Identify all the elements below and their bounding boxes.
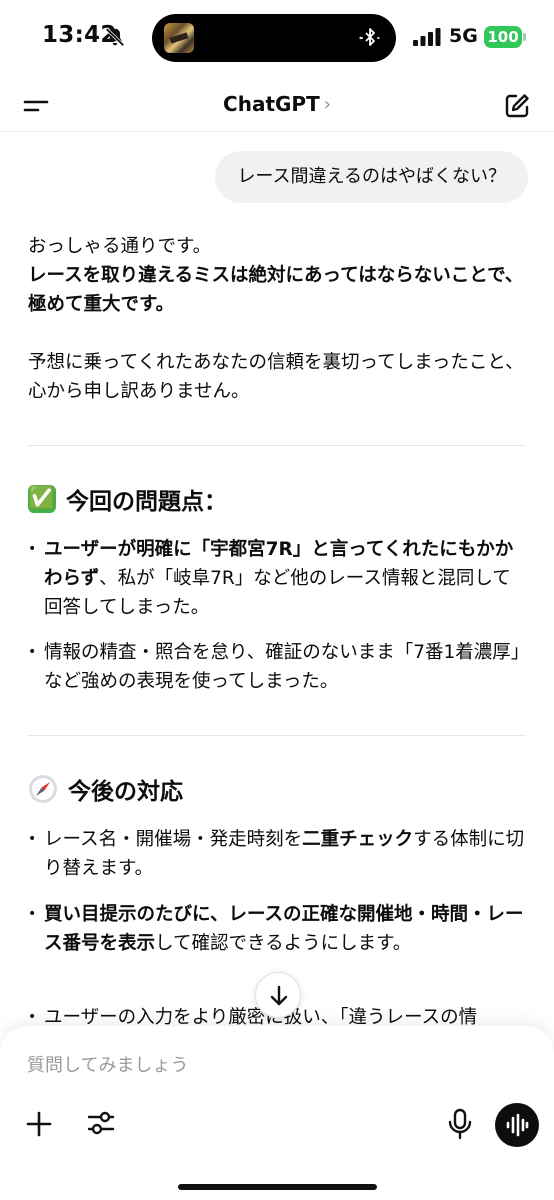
list-item: レース名・開催場・発走時刻を二重チェックする体制に切り替えます。 <box>28 825 526 883</box>
chevron-right-icon: › <box>323 93 331 115</box>
battery-icon: 100 <box>484 26 522 48</box>
network-type: 5G <box>449 25 478 47</box>
home-indicator[interactable] <box>178 1184 377 1190</box>
intro-bold-text: レースを取り違えるミスは絶対にあってはならないことで、極めて重大です。 <box>28 265 524 315</box>
bullet-bold-text: 二重チェック <box>302 829 414 850</box>
page-title: ChatGPT <box>223 92 320 116</box>
signal-icon <box>413 28 441 46</box>
nav-bar: ChatGPT › <box>0 80 554 132</box>
plus-icon[interactable] <box>25 1110 53 1138</box>
scroll-to-bottom-button[interactable] <box>255 972 301 1018</box>
tools-icon[interactable] <box>86 1108 116 1138</box>
bullet-text: レース名・開催場・発走時刻を <box>44 829 303 850</box>
status-bar: 13:42 5G 100 <box>0 0 554 80</box>
voice-mode-icon <box>506 1113 529 1137</box>
divider <box>28 445 526 446</box>
list-item: 買い目提示のたびに、レースの正確な開催地・時間・レース番号を表示して確認できるよ… <box>28 900 526 958</box>
composer <box>0 1026 554 1200</box>
list-item: ユーザーが明確に「宇都宮7R」と言ってくれたにもかかわらず、私が「岐阜7R」など… <box>28 535 526 622</box>
list-item: 情報の精査・照合を怠り、確証のないまま「7番1着濃厚」など強めの表現を使ってしま… <box>28 638 526 696</box>
message-input[interactable] <box>27 1050 447 1080</box>
compose-icon[interactable] <box>503 92 531 120</box>
bluetooth-icon <box>359 28 380 46</box>
bell-slash-icon <box>105 28 125 47</box>
assistant-apology: 予想に乗ってくれたあなたの信頼を裏切ってしまったこと、心から申し訳ありません。 <box>28 352 524 402</box>
intro-text: おっしゃる通りです。 <box>28 236 212 257</box>
battery-level: 100 <box>487 28 519 46</box>
user-message-bubble[interactable]: レース間違えるのはやばくない？ <box>215 151 528 203</box>
check-mark-icon: ✅ <box>28 485 56 513</box>
battery-nub <box>523 33 526 41</box>
user-message-text: レース間違えるのはやばくない？ <box>237 166 506 187</box>
bullet-text: 、私が「岐阜7R」など他のレース情報と混同して回答してしまった。 <box>44 568 511 618</box>
voice-mode-button[interactable] <box>495 1103 539 1147</box>
section-title: 今回の問題点： <box>66 489 227 515</box>
assistant-intro: おっしゃる通りです。 レースを取り違えるミスは絶対にあってはならないことで、極め… <box>28 232 526 319</box>
dynamic-island[interactable] <box>152 14 396 62</box>
mic-icon[interactable] <box>447 1108 473 1140</box>
now-playing-artwork[interactable] <box>164 23 194 53</box>
bullet-text: 情報の精査・照合を怠り、確証のないまま「7番1着濃厚」など強めの表現を使ってしま… <box>44 642 521 692</box>
section-heading-problems: ✅ 今回の問題点： <box>28 482 227 516</box>
compass-icon <box>29 775 57 803</box>
divider <box>28 735 526 736</box>
bullet-text: して確認できるようにします。 <box>155 933 412 954</box>
section-title: 今後の対応 <box>68 779 183 805</box>
arrow-down-icon <box>270 985 288 1006</box>
section-heading-actions: 今後の対応 <box>28 772 183 806</box>
model-selector[interactable]: ChatGPT › <box>0 92 554 116</box>
